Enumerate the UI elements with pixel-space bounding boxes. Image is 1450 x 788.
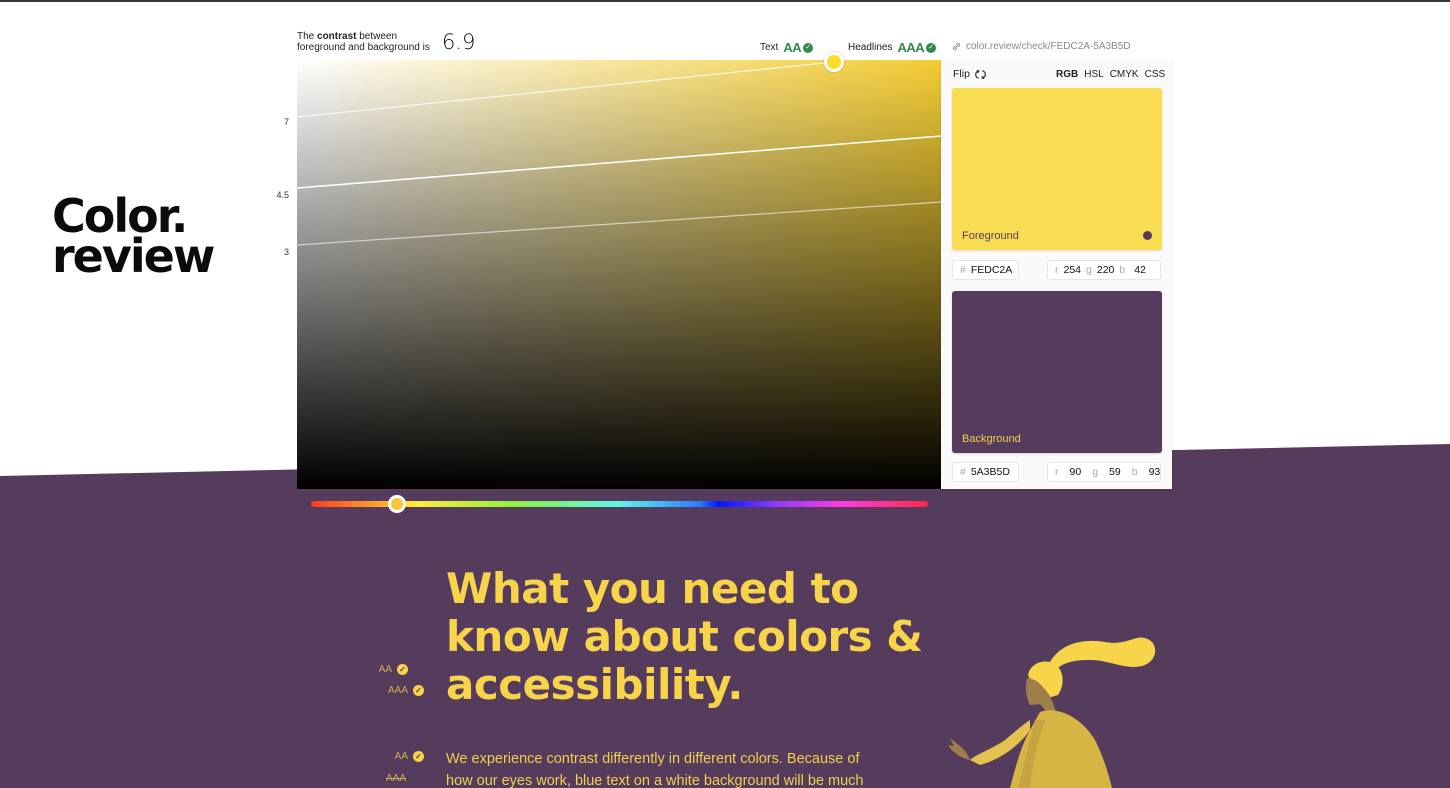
check-circle-icon: ✓ [926, 42, 937, 53]
headline-line: What you need to [446, 564, 859, 613]
background-rgb-input[interactable]: r 90 g 59 b 93 [1047, 462, 1161, 482]
background-swatch[interactable]: Background [952, 291, 1162, 453]
background-label: Background [962, 433, 1021, 445]
hash-prefix: # [960, 466, 966, 478]
foreground-label: Foreground [962, 230, 1019, 242]
text-rating-grade: AA [783, 40, 802, 55]
foreground-swatch[interactable]: Foreground [952, 88, 1162, 250]
color-picker-area[interactable] [297, 60, 941, 489]
article-headline: What you need to know about colors & acc… [446, 565, 946, 709]
contrast-label: The contrast between foreground and back… [297, 31, 430, 53]
badge-label: AA [378, 664, 392, 675]
logo[interactable]: Color. review [52, 193, 215, 283]
check-circle-icon: ✓ [803, 42, 814, 53]
tab-rgb[interactable]: RGB [1056, 69, 1078, 80]
tab-cmyk[interactable]: CMYK [1110, 69, 1139, 80]
share-link[interactable]: color.review/check/FEDC2A-5A3B5D [952, 41, 1131, 52]
threshold-line-4-5 [297, 135, 941, 189]
tab-css[interactable]: CSS [1145, 69, 1166, 80]
check-circle-icon: ✓ [397, 664, 408, 675]
badge-label: AA [394, 751, 408, 762]
logo-line-2: review [52, 229, 215, 283]
background-hex-value[interactable]: 5A3B5D [971, 466, 1010, 478]
hand [948, 738, 970, 760]
b-prefix: b [1131, 466, 1138, 478]
threshold-line-3 [297, 201, 941, 246]
foreground-hex-input[interactable]: # FEDC2A [952, 260, 1019, 280]
check-circle-icon: ✓ [413, 751, 424, 762]
active-indicator-dot [1143, 231, 1152, 240]
headline-line: know about colors & [446, 612, 923, 661]
foreground-rgb-input[interactable]: r 254 g 220 b 42 [1047, 260, 1161, 280]
link-icon [953, 43, 960, 50]
contrast-label-post: between [356, 31, 398, 42]
g-prefix: g [1086, 264, 1092, 276]
contrast-threshold-lines [297, 61, 941, 246]
headline-aaa-badge: AAA ✓ [384, 685, 424, 696]
b-prefix: b [1119, 264, 1126, 276]
body-aa-badge: AA ✓ [384, 751, 424, 762]
body-line: We experience contrast differently in di… [446, 751, 860, 767]
background-r-value[interactable]: 90 [1070, 466, 1082, 478]
headlines-rating: Headlines AAA ✓ [848, 40, 937, 55]
hair-ponytail [1050, 637, 1156, 668]
body-line: how our eyes work, blue text on a white … [446, 773, 864, 788]
background-g-value[interactable]: 59 [1109, 466, 1121, 478]
r-prefix: r [1055, 264, 1059, 276]
flip-button[interactable]: Flip [953, 68, 986, 80]
text-rating: Text AA ✓ [760, 40, 814, 55]
tick-label: 7 [283, 117, 289, 127]
headlines-rating-label: Headlines [848, 42, 893, 53]
body-aaa-badge-failed: AAA [366, 773, 406, 784]
flip-label: Flip [953, 68, 970, 80]
hash-prefix: # [960, 264, 966, 276]
foreground-b-value[interactable]: 42 [1134, 264, 1146, 276]
article-body: We experience contrast differently in di… [446, 748, 906, 788]
threshold-line-7 [297, 61, 835, 118]
woman-illustration [948, 637, 1156, 788]
share-url[interactable]: color.review/check/FEDC2A-5A3B5D [966, 41, 1131, 52]
foreground-g-value[interactable]: 220 [1097, 264, 1115, 276]
contrast-ratio-value: 6.9 [442, 30, 476, 54]
top-border [0, 0, 1450, 2]
contrast-label-bold: contrast [317, 31, 357, 42]
picker-handle[interactable] [824, 52, 844, 72]
tab-hsl[interactable]: HSL [1084, 69, 1103, 80]
color-mode-tabs: RGB HSL CMYK CSS [1056, 69, 1165, 80]
r-prefix: r [1055, 466, 1059, 478]
headline-line: accessibility. [446, 660, 743, 709]
contrast-label-line2: foreground and background is [297, 42, 430, 53]
tick-label: 4.5 [276, 190, 289, 200]
refresh-icon [975, 69, 986, 79]
background-hex-input[interactable]: # 5A3B5D [952, 462, 1019, 482]
check-circle-icon: ✓ [413, 685, 424, 696]
badge-label: AAA [387, 685, 408, 696]
tick-label: 3 [283, 247, 289, 257]
headline-aa-badge: AA ✓ [368, 664, 408, 675]
background-b-value[interactable]: 93 [1149, 466, 1161, 478]
foreground-hex-value[interactable]: FEDC2A [971, 264, 1012, 276]
foreground-r-value[interactable]: 254 [1064, 264, 1082, 276]
text-rating-label: Text [760, 42, 779, 53]
headlines-rating-grade: AAA [897, 40, 925, 55]
g-prefix: g [1092, 466, 1099, 478]
contrast-label-pre: The [297, 31, 318, 42]
badge-label: AAA [385, 773, 406, 784]
